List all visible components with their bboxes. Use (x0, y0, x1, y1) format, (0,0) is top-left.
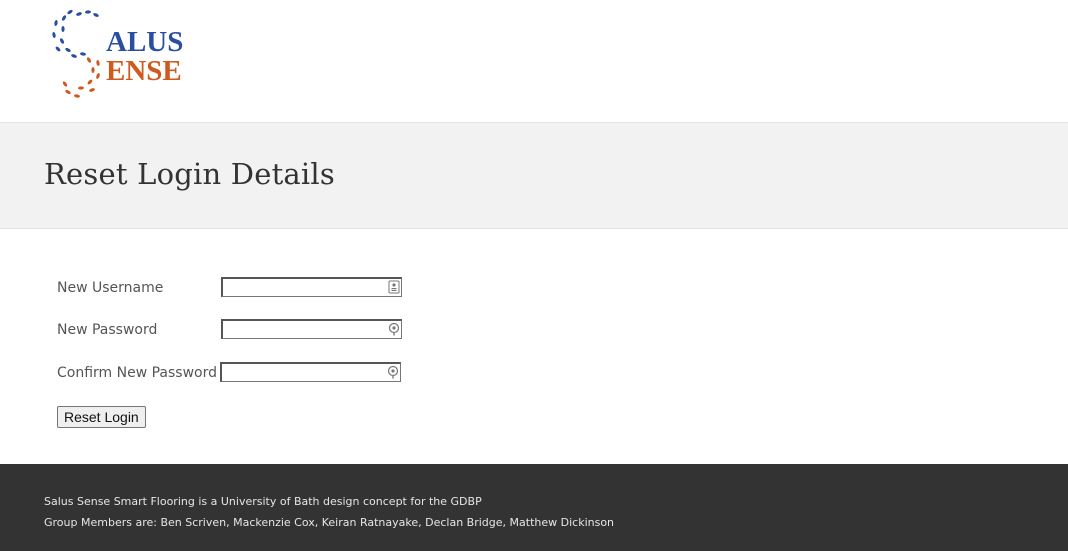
logo-text-alus: ALUS (106, 26, 183, 58)
page-title: Reset Login Details (44, 157, 335, 191)
new-password-input[interactable] (221, 319, 402, 339)
logo-graphic: ALUS ENSE (52, 9, 183, 98)
footer-description: Salus Sense Smart Flooring is a Universi… (44, 495, 482, 508)
password-row: New Password (57, 319, 417, 343)
logo-text-ense: ENSE (106, 55, 182, 87)
salus-sense-logo[interactable]: ALUS ENSE (48, 8, 188, 103)
new-password-label: New Password (57, 322, 158, 338)
reset-login-button[interactable]: Reset Login (57, 406, 146, 428)
new-username-label: New Username (57, 280, 164, 296)
page: ALUS ENSE Reset Login Details New Userna… (0, 0, 1068, 551)
footer-group-members: Group Members are: Ben Scriven, Mackenzi… (44, 516, 615, 529)
username-row: New Username (57, 277, 417, 301)
site-footer: Salus Sense Smart Flooring is a Universi… (0, 464, 1068, 551)
confirm-new-password-label: Confirm New Password (57, 365, 218, 381)
new-username-input[interactable] (221, 277, 402, 297)
confirm-password-row: Confirm New Password (57, 362, 417, 386)
site-header: ALUS ENSE (0, 0, 1068, 122)
confirm-new-password-input[interactable] (220, 362, 401, 382)
page-title-band: Reset Login Details (0, 122, 1068, 229)
